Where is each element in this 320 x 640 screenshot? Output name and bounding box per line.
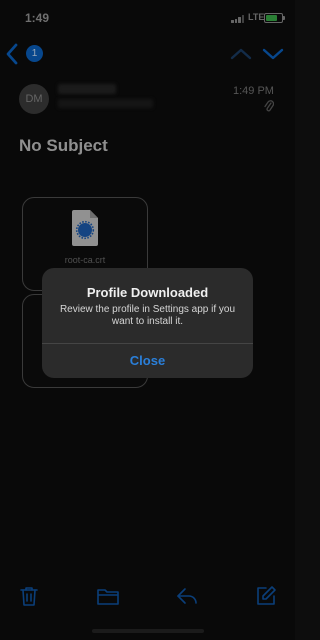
trash-icon[interactable] — [17, 584, 41, 608]
compose-icon[interactable] — [254, 584, 278, 608]
alert-title: Profile Downloaded — [86, 285, 209, 300]
alert-message: Review the profile in Settings app if yo… — [59, 304, 236, 327]
home-indicator — [92, 629, 204, 633]
folder-icon[interactable] — [96, 584, 120, 608]
profile-downloaded-alert: Profile Downloaded Review the profile in… — [42, 268, 253, 378]
close-button[interactable]: Close — [42, 344, 253, 378]
bottom-toolbar — [0, 574, 295, 618]
reply-icon[interactable] — [175, 584, 199, 608]
